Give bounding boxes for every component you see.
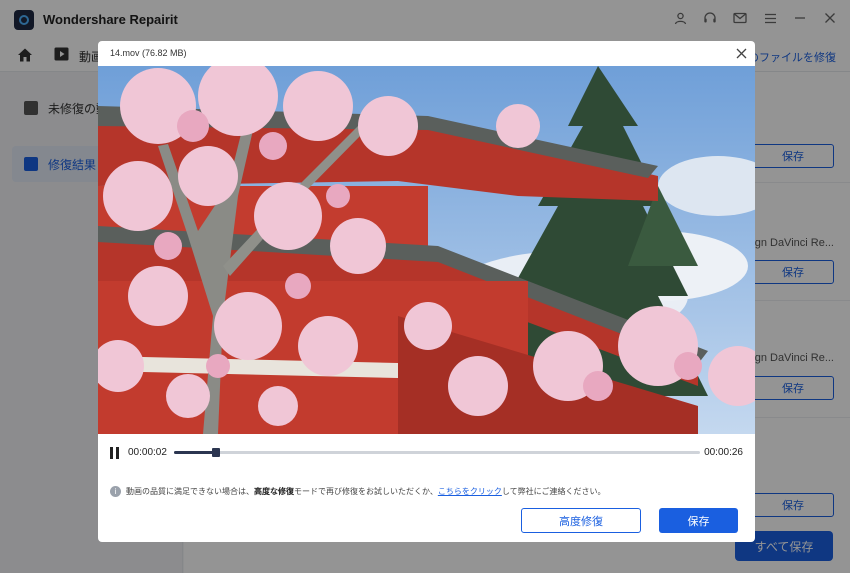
notice-text-3: して弊社にご連絡ください。 [501, 487, 606, 496]
info-icon: i [110, 486, 121, 497]
close-icon[interactable] [733, 45, 749, 61]
progress-handle[interactable] [212, 448, 221, 457]
video-frame [98, 66, 755, 434]
dialog-title: 14.mov (76.82 MB) [110, 48, 187, 58]
current-time: 00:00:02 [128, 447, 167, 458]
notice-bold: 高度な修復 [254, 487, 294, 496]
contact-link[interactable]: こちらをクリック [438, 486, 502, 497]
progress-fill [174, 451, 217, 454]
notice-text-2: モードで再び修復をお試しいただくか、 [294, 487, 438, 496]
player-controls: 00:00:02 00:00:26 [98, 441, 755, 465]
notice-text-1: 動画の品質に満足できない場合は、 [126, 487, 254, 496]
preview-dialog: 14.mov (76.82 MB) 00:00:02 00:00:26 i 動画… [98, 41, 755, 542]
quality-notice: i 動画の品質に満足できない場合は、 高度な修復 モードで再び修復をお試しいただくか… [110, 486, 605, 497]
save-button[interactable]: 保存 [659, 508, 738, 533]
pause-icon[interactable] [110, 447, 120, 459]
advanced-repair-button[interactable]: 高度修復 [521, 508, 641, 533]
total-time: 00:00:26 [704, 447, 743, 458]
video-player[interactable] [98, 66, 755, 434]
progress-slider[interactable] [174, 448, 700, 457]
